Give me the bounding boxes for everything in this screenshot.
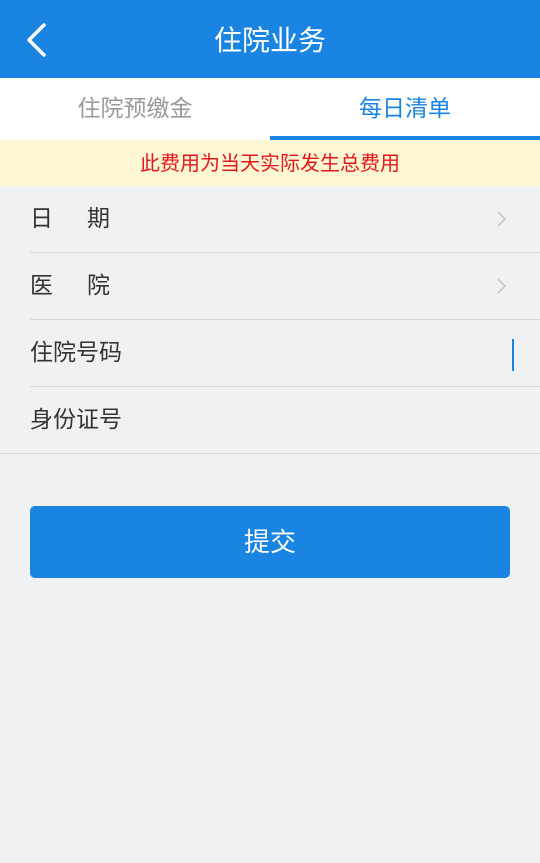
admission-number-label: 住院号码 (30, 340, 122, 366)
query-form: 日期 医院 住院号码 身份证号 (0, 186, 540, 454)
submit-button[interactable]: 提交 (30, 506, 510, 578)
id-number-label: 身份证号 (30, 407, 122, 433)
date-row[interactable]: 日期 (30, 186, 540, 253)
tab-prepayment[interactable]: 住院预缴金 (0, 78, 270, 140)
date-label: 日期 (30, 206, 144, 232)
admission-number-row: 住院号码 (30, 320, 540, 387)
app-header: 住院业务 (0, 0, 540, 78)
tab-daily-list[interactable]: 每日清单 (270, 78, 540, 140)
chevron-right-icon (497, 278, 507, 294)
notice-banner: 此费用为当天实际发生总费用 (0, 140, 540, 186)
text-cursor (512, 339, 514, 371)
hospital-row[interactable]: 医院 (30, 253, 540, 320)
id-number-row: 身份证号 (0, 387, 540, 454)
tab-bar: 住院预缴金 每日清单 (0, 78, 540, 140)
admission-number-input[interactable] (150, 334, 514, 374)
chevron-left-icon (27, 23, 46, 57)
id-number-input[interactable] (120, 401, 514, 441)
page-title: 住院业务 (213, 24, 326, 57)
chevron-right-icon (497, 211, 507, 227)
hospital-label: 医院 (30, 273, 144, 299)
back-button[interactable] (14, 18, 58, 62)
